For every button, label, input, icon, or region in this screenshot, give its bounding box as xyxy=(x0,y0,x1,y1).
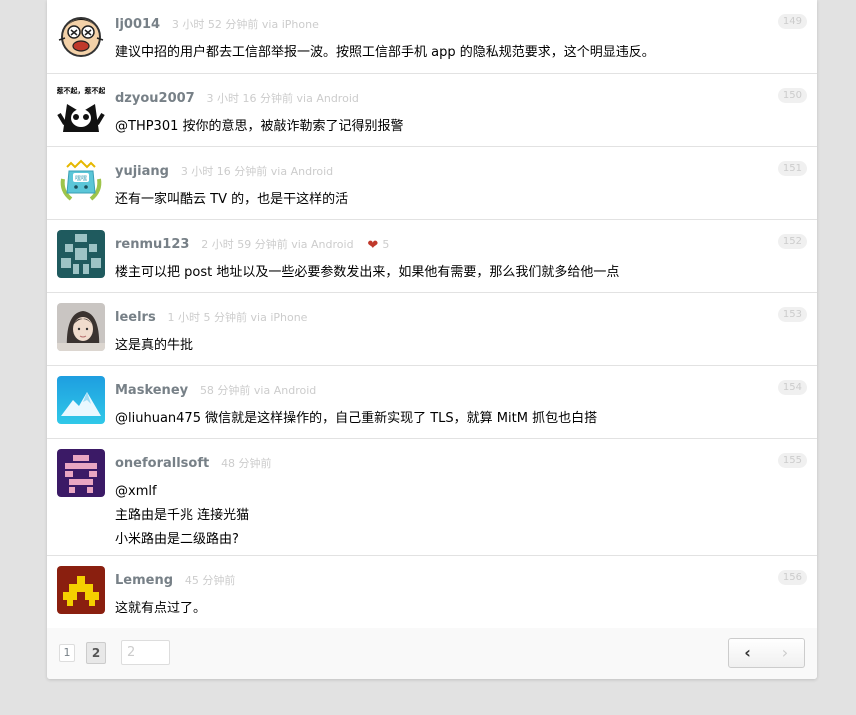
floor-number: 155 xyxy=(777,453,807,468)
reply-line: 主路由是千兆 连接光猫 xyxy=(115,508,250,523)
reply-cell: lj0014 3 小时 52 分钟前 via iPhone 149 建议中招的用… xyxy=(47,0,817,74)
reply-line: 这是真的牛批 xyxy=(115,338,194,353)
replies-box: lj0014 3 小时 52 分钟前 via iPhone 149 建议中招的用… xyxy=(47,0,817,679)
floor-number: 153 xyxy=(777,307,807,322)
floor-number: 149 xyxy=(777,14,807,29)
reply-cell: Lemeng 45 分钟前 156 这就有点过了。 xyxy=(47,556,817,629)
prev-page-button[interactable]: ‹ xyxy=(728,638,767,668)
reply-meta: renmu123 2 小时 59 分钟前 via Android ❤ 5 xyxy=(115,236,390,253)
reply-meta: dzyou2007 3 小时 16 分钟前 via Android xyxy=(115,90,359,106)
floor-number: 151 xyxy=(777,161,807,176)
username-link[interactable]: renmu123 xyxy=(115,237,189,252)
reply-time: 48 分钟前 xyxy=(221,457,272,470)
reply-content: @THP301 按你的意思，被敲诈勒索了记得别报警 xyxy=(115,115,805,139)
reply-time: 3 小时 52 分钟前 via iPhone xyxy=(171,18,319,31)
reply-content: 这就有点过了。 xyxy=(115,597,805,621)
reply-time: 1 小时 5 分钟前 via iPhone xyxy=(167,311,308,324)
avatar[interactable] xyxy=(57,303,105,351)
heart-icon: ❤ xyxy=(367,238,379,253)
reply-line: 这就有点过了。 xyxy=(115,601,207,616)
username-link[interactable]: yujiang xyxy=(115,164,169,179)
reply-line[interactable]: @xmlf xyxy=(115,480,805,504)
reply-meta: leelrs 1 小时 5 分钟前 via iPhone xyxy=(115,309,307,325)
reply-line: 建议中招的用户都去工信部举报一波。按照工信部手机 app 的隐私规范要求，这个明… xyxy=(115,45,655,60)
reply-meta: lj0014 3 小时 52 分钟前 via iPhone xyxy=(115,16,319,32)
like-count: 5 xyxy=(382,238,390,251)
floor-number: 152 xyxy=(777,234,807,249)
reply-content: 楼主可以把 post 地址以及一些必要参数发出来，如果他有需要，那么我们就多给他… xyxy=(115,261,805,285)
avatar[interactable] xyxy=(57,449,105,497)
avatar[interactable] xyxy=(57,376,105,424)
username-link[interactable]: Lemeng xyxy=(115,573,173,588)
avatar-caption: 惹不起，惹不起 xyxy=(57,86,105,95)
reply-time: 3 小时 16 分钟前 via Android xyxy=(180,165,334,178)
floor-number: 154 xyxy=(777,380,807,395)
avatar[interactable]: 嘿嘿 xyxy=(57,157,105,205)
avatar[interactable]: 惹不起，惹不起 xyxy=(57,84,105,132)
reply-line: 楼主可以把 post 地址以及一些必要参数发出来，如果他有需要，那么我们就多给他… xyxy=(115,265,620,280)
page-jump-input[interactable] xyxy=(121,640,170,665)
reply-meta: oneforallsoft 48 分钟前 xyxy=(115,455,272,471)
username-link[interactable]: leelrs xyxy=(115,310,156,325)
reply-time: 45 分钟前 xyxy=(184,574,236,587)
page-current-2[interactable]: 2 xyxy=(86,642,106,664)
avatar[interactable] xyxy=(57,566,105,614)
page-link-1[interactable]: 1 xyxy=(59,644,75,662)
floor-number: 150 xyxy=(777,88,807,103)
reply-content: @liuhuan475 微信就是这样操作的，自己重新实现了 TLS，就算 Mit… xyxy=(115,407,805,431)
reply-content: @xmlf 主路由是千兆 连接光猫 小米路由是二级路由? xyxy=(115,480,805,552)
avatar[interactable] xyxy=(57,10,105,58)
avatar[interactable] xyxy=(57,230,105,278)
reply-line: 小米路由是二级路由? xyxy=(115,532,239,547)
username-link[interactable]: Maskeney xyxy=(115,383,188,398)
avatar-caption: 嘿嘿 xyxy=(75,176,87,183)
reply-cell: 嘿嘿 yujiang 3 小时 16 分钟前 via Android 151 还… xyxy=(47,147,817,220)
reply-cell: Maskeney 58 分钟前 via Android 154 @liuhuan… xyxy=(47,366,817,439)
pagination-bar: 1 2 ‹ › xyxy=(47,628,817,679)
reply-line: @THP301 按你的意思，被敲诈勒索了记得别报警 xyxy=(115,119,404,134)
reply-cell: renmu123 2 小时 59 分钟前 via Android ❤ 5 152 … xyxy=(47,220,817,293)
reply-content: 这是真的牛批 xyxy=(115,334,805,358)
reply-meta: Lemeng 45 分钟前 xyxy=(115,572,235,588)
reply-line: @liuhuan475 微信就是这样操作的，自己重新实现了 TLS，就算 Mit… xyxy=(115,411,598,426)
username-link[interactable]: dzyou2007 xyxy=(115,91,195,106)
reply-meta: yujiang 3 小时 16 分钟前 via Android xyxy=(115,163,333,179)
reply-time: 58 分钟前 via Android xyxy=(199,384,317,397)
reply-content: 建议中招的用户都去工信部举报一波。按照工信部手机 app 的隐私规范要求，这个明… xyxy=(115,41,805,65)
reply-cell: oneforallsoft 48 分钟前 155 @xmlf 主路由是千兆 连接… xyxy=(47,439,817,556)
reply-cell: 惹不起，惹不起 dzyou2007 3 小时 16 分钟前 via Androi… xyxy=(47,74,817,147)
reply-content: 还有一家叫酷云 TV 的，也是干这样的活 xyxy=(115,188,805,212)
reply-time: 3 小时 16 分钟前 via Android xyxy=(206,92,359,105)
next-page-button[interactable]: › xyxy=(766,638,805,668)
username-link[interactable]: lj0014 xyxy=(115,17,160,32)
username-link[interactable]: oneforallsoft xyxy=(115,456,209,471)
floor-number: 156 xyxy=(777,570,807,585)
reply-meta: Maskeney 58 分钟前 via Android xyxy=(115,382,316,398)
reply-line: 还有一家叫酷云 TV 的，也是干这样的活 xyxy=(115,192,349,207)
reply-cell: leelrs 1 小时 5 分钟前 via iPhone 153 这是真的牛批 xyxy=(47,293,817,366)
reply-time: 2 小时 59 分钟前 via Android xyxy=(201,238,354,251)
